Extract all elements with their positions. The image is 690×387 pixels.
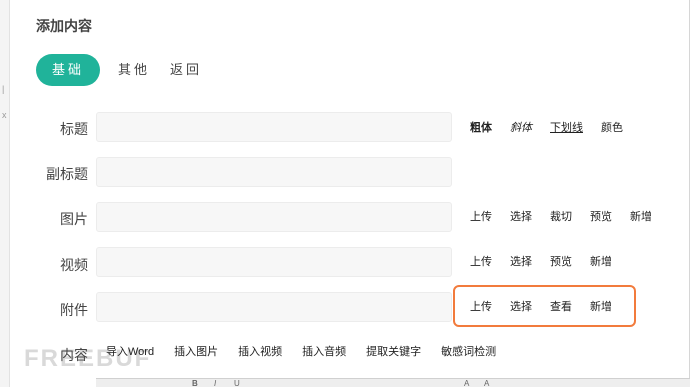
sensitive-word-check-button[interactable]: 敏感词检测 xyxy=(441,343,496,359)
attachment-select-button[interactable]: 选择 xyxy=(510,298,532,314)
image-crop-button[interactable]: 裁切 xyxy=(550,208,572,224)
title-input[interactable] xyxy=(96,112,452,142)
image-input[interactable] xyxy=(96,202,452,232)
image-label: 图片 xyxy=(60,211,88,227)
content-tools: 导入Word 插入图片 插入视频 插入音频 提取关键字 敏感词检测 xyxy=(106,343,516,359)
attachment-actions: 上传 选择 查看 新增 xyxy=(470,298,630,314)
page-title: 添加内容 xyxy=(36,18,92,34)
image-select-button[interactable]: 选择 xyxy=(510,208,532,224)
import-word-button[interactable]: 导入Word xyxy=(106,343,154,359)
bold-button[interactable]: 粗体 xyxy=(470,119,492,135)
video-label: 视频 xyxy=(60,257,88,273)
attachment-input[interactable] xyxy=(96,292,452,322)
editor-font-color-icon[interactable]: A xyxy=(464,379,469,387)
tab-bar: 基础 其他 返回 xyxy=(36,54,222,86)
tab-basic[interactable]: 基础 xyxy=(36,54,100,86)
attachment-upload-button[interactable]: 上传 xyxy=(470,298,492,314)
tab-other[interactable]: 其他 xyxy=(118,54,150,86)
insert-video-button[interactable]: 插入视频 xyxy=(238,343,282,359)
insert-audio-button[interactable]: 插入音频 xyxy=(302,343,346,359)
subtitle-label: 副标题 xyxy=(46,166,88,182)
editor-bold-icon[interactable]: B xyxy=(192,379,198,387)
image-actions: 上传 选择 裁切 预览 新增 xyxy=(470,208,670,224)
italic-button[interactable]: 斜体 xyxy=(510,119,532,135)
image-add-button[interactable]: 新增 xyxy=(630,208,652,224)
left-edge-strip: | x xyxy=(0,0,10,387)
edge-mark: | xyxy=(2,84,5,94)
tab-back[interactable]: 返回 xyxy=(170,54,202,86)
editor-toolbar: B I U A A xyxy=(96,378,690,387)
image-upload-button[interactable]: 上传 xyxy=(470,208,492,224)
video-preview-button[interactable]: 预览 xyxy=(550,253,572,269)
attachment-label: 附件 xyxy=(60,302,88,318)
extract-keywords-button[interactable]: 提取关键字 xyxy=(366,343,421,359)
editor-italic-icon[interactable]: I xyxy=(214,379,216,387)
editor-underline-icon[interactable]: U xyxy=(234,379,240,387)
image-preview-button[interactable]: 预览 xyxy=(590,208,612,224)
video-upload-button[interactable]: 上传 xyxy=(470,253,492,269)
video-input[interactable] xyxy=(96,247,452,277)
video-select-button[interactable]: 选择 xyxy=(510,253,532,269)
color-button[interactable]: 颜色 xyxy=(601,119,623,135)
title-format-actions: 粗体 斜体 下划线 颜色 xyxy=(470,119,641,135)
attachment-view-button[interactable]: 查看 xyxy=(550,298,572,314)
subtitle-input[interactable] xyxy=(96,157,452,187)
insert-image-button[interactable]: 插入图片 xyxy=(174,343,218,359)
underline-button[interactable]: 下划线 xyxy=(550,119,583,135)
title-label: 标题 xyxy=(60,121,88,137)
attachment-add-button[interactable]: 新增 xyxy=(590,298,612,314)
video-add-button[interactable]: 新增 xyxy=(590,253,612,269)
content-label: 内容 xyxy=(60,347,88,363)
editor-highlight-icon[interactable]: A xyxy=(484,379,489,387)
video-actions: 上传 选择 预览 新增 xyxy=(470,253,630,269)
